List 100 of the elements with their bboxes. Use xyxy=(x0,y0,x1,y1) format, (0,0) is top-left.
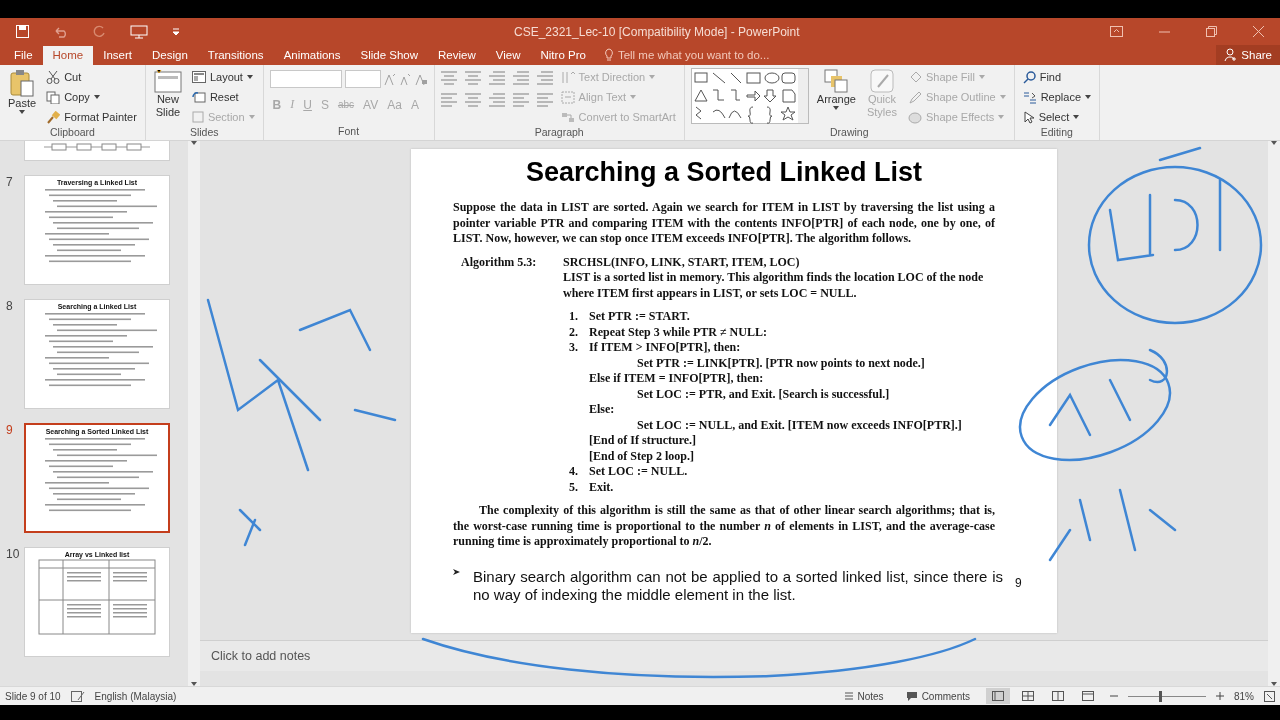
layout-icon xyxy=(191,71,206,83)
select-button[interactable]: Select xyxy=(1020,108,1093,126)
presentation-icon[interactable] xyxy=(130,24,148,39)
caret-icon xyxy=(1085,95,1091,99)
increase-indent-icon xyxy=(512,71,529,85)
algorithm-line: Set PTR := START. xyxy=(589,309,690,325)
shapes-gallery[interactable] xyxy=(690,68,809,124)
font-name-field[interactable] xyxy=(269,70,342,88)
caret-icon xyxy=(833,106,840,110)
shrink-font-icon xyxy=(398,73,411,85)
cursor-icon xyxy=(1022,110,1035,124)
ribbon-tab[interactable]: View xyxy=(485,46,531,65)
ribbon-tab[interactable]: Slide Show xyxy=(350,46,429,65)
clear-format-icon xyxy=(413,73,428,85)
new-slide-button[interactable]: New Slide xyxy=(151,68,184,126)
algorithm-line: [End of If structure.] xyxy=(589,433,697,449)
thumbnail-scrollbar[interactable] xyxy=(188,141,200,686)
view-button[interactable] xyxy=(986,688,1010,704)
arrow-bullet-icon xyxy=(453,567,461,576)
algorithm-line: Set LOC := NULL. xyxy=(589,464,688,480)
algorithm-line: [End of Step 2 loop.] xyxy=(589,448,695,464)
align-left-icon xyxy=(440,93,457,107)
grow-font-icon xyxy=(383,73,396,85)
caret-icon xyxy=(999,95,1006,99)
copy-button[interactable]: Copy xyxy=(44,88,139,106)
copy-icon xyxy=(46,90,61,104)
slide-thumbnail[interactable] xyxy=(24,141,170,161)
ribbon-tab[interactable]: Nitro Pro xyxy=(530,46,596,65)
step-number: 2. xyxy=(569,324,579,340)
align-center-icon xyxy=(464,93,481,107)
view-mode-icon xyxy=(1022,691,1034,701)
algorithm-header: SRCHSL(INFO, LINK, START, ITEM, LOC) xyxy=(563,254,801,270)
group-label: Paragraph xyxy=(533,126,585,140)
find-button[interactable]: Find xyxy=(1020,68,1093,86)
caret-icon xyxy=(19,110,26,114)
arrange-button[interactable]: Arrange xyxy=(814,68,858,126)
language-label[interactable]: English (Malaysia) xyxy=(94,690,177,702)
comments-button[interactable]: Comments xyxy=(899,690,976,702)
ribbon-display-icon[interactable] xyxy=(1110,26,1123,37)
line-spacing-icon xyxy=(536,71,553,85)
slide-icon xyxy=(153,69,182,93)
search-icon xyxy=(1022,70,1036,84)
zoom-level[interactable]: 81% xyxy=(1234,690,1254,702)
redo-icon[interactable] xyxy=(93,25,106,38)
algorithm-line: Set LOC := NULL, and Exit. [ITEM now exceeds INFO[PTR].] xyxy=(637,417,962,433)
save-icon[interactable] xyxy=(16,25,29,38)
replace-button[interactable]: Replace xyxy=(1020,88,1093,106)
ribbon-tab[interactable]: Animations xyxy=(273,46,351,65)
customize-caret-icon[interactable] xyxy=(172,27,180,36)
paste-button[interactable]: Paste xyxy=(6,68,39,126)
algorithm-line: Exit. xyxy=(589,479,614,495)
ribbon-tab[interactable]: File xyxy=(4,46,43,65)
close-icon[interactable] xyxy=(1253,26,1264,37)
page-number: 9 xyxy=(1015,575,1022,590)
algorithm-description: LIST is a sorted list in memory. This algorithm finds the location LOC of the node where ITEM first appears in LIST, or sets LOC = NULL. xyxy=(563,270,985,301)
lightbulb-icon xyxy=(603,48,614,61)
ribbon-tab[interactable]: Design xyxy=(142,46,198,65)
zoom-out-icon[interactable] xyxy=(1110,692,1118,700)
zoom-in-icon[interactable] xyxy=(1216,692,1224,700)
format-painter-button[interactable]: Format Painter xyxy=(44,108,139,126)
ribbon-tab[interactable]: Insert xyxy=(93,46,142,65)
notes-button[interactable]: Notes xyxy=(837,690,890,702)
slide-number: 7 xyxy=(6,175,14,189)
slide-scrollbar[interactable] xyxy=(1268,141,1280,686)
shape-effects-icon xyxy=(907,110,922,124)
notes-field[interactable]: Click to add notes xyxy=(211,649,311,663)
group-label: Clipboard xyxy=(48,126,96,140)
person-add-icon xyxy=(1224,48,1238,61)
replace-icon xyxy=(1022,90,1037,104)
pencil-icon xyxy=(907,90,922,104)
intro-paragraph: Suppose the data in LIST are sorted. Again we search for ITEM in LIST by traversing the list using a pointer variable PTR and comparing ITEM with the contents INFO[PTR] of each node, one by one, of LIST. Now, however, we can stop once ITEM exceeds INFO[PTR]. The algorithm follows. xyxy=(453,200,995,247)
view-mode-icon xyxy=(1052,691,1064,701)
step-number: 4. xyxy=(569,464,579,480)
align-text-icon xyxy=(560,90,575,104)
ribbon-tab[interactable]: Home xyxy=(42,46,94,65)
group-label: Drawing xyxy=(828,126,870,140)
caret-icon xyxy=(1073,115,1080,119)
reset-icon xyxy=(191,91,206,103)
paintbrush-icon xyxy=(46,110,61,124)
algorithm-line: Else: xyxy=(589,402,615,418)
reset-button[interactable]: Reset xyxy=(189,88,257,106)
restore-icon[interactable] xyxy=(1206,26,1217,37)
complexity-paragraph: The complexity of this algorithm is still the same as that of other linear search algorithms; that is, the worst-case running time is proportional to the number n of elements in LIST, and the average-case running time is approximately proportional to n/2. xyxy=(453,503,995,550)
ribbon-tab[interactable]: Review xyxy=(428,46,486,65)
share-button[interactable]: Share xyxy=(1216,45,1280,65)
tell-me-field[interactable]: Tell me what you want to do... xyxy=(617,48,770,61)
spelling-check-icon[interactable] xyxy=(70,690,85,702)
cut-button[interactable]: Cut xyxy=(44,68,139,86)
algorithm-line: Else if ITEM = INFO[PTR], then: xyxy=(589,371,764,387)
slide-number: 10 xyxy=(6,547,20,561)
scissors-icon xyxy=(46,70,61,84)
fit-slide-icon[interactable] xyxy=(1264,690,1275,702)
decrease-indent-icon xyxy=(488,71,505,85)
font-size-field[interactable] xyxy=(344,70,381,88)
ribbon-tab[interactable]: Transitions xyxy=(197,46,274,65)
algorithm-line: Set PTR := LINK[PTR]. [PTR now points to next node.] xyxy=(637,355,925,371)
step-number: 1. xyxy=(569,309,579,325)
layout-button[interactable]: Layout xyxy=(189,68,257,86)
zoom-slider-thumb[interactable] xyxy=(1159,690,1163,702)
undo-icon[interactable] xyxy=(53,25,69,38)
